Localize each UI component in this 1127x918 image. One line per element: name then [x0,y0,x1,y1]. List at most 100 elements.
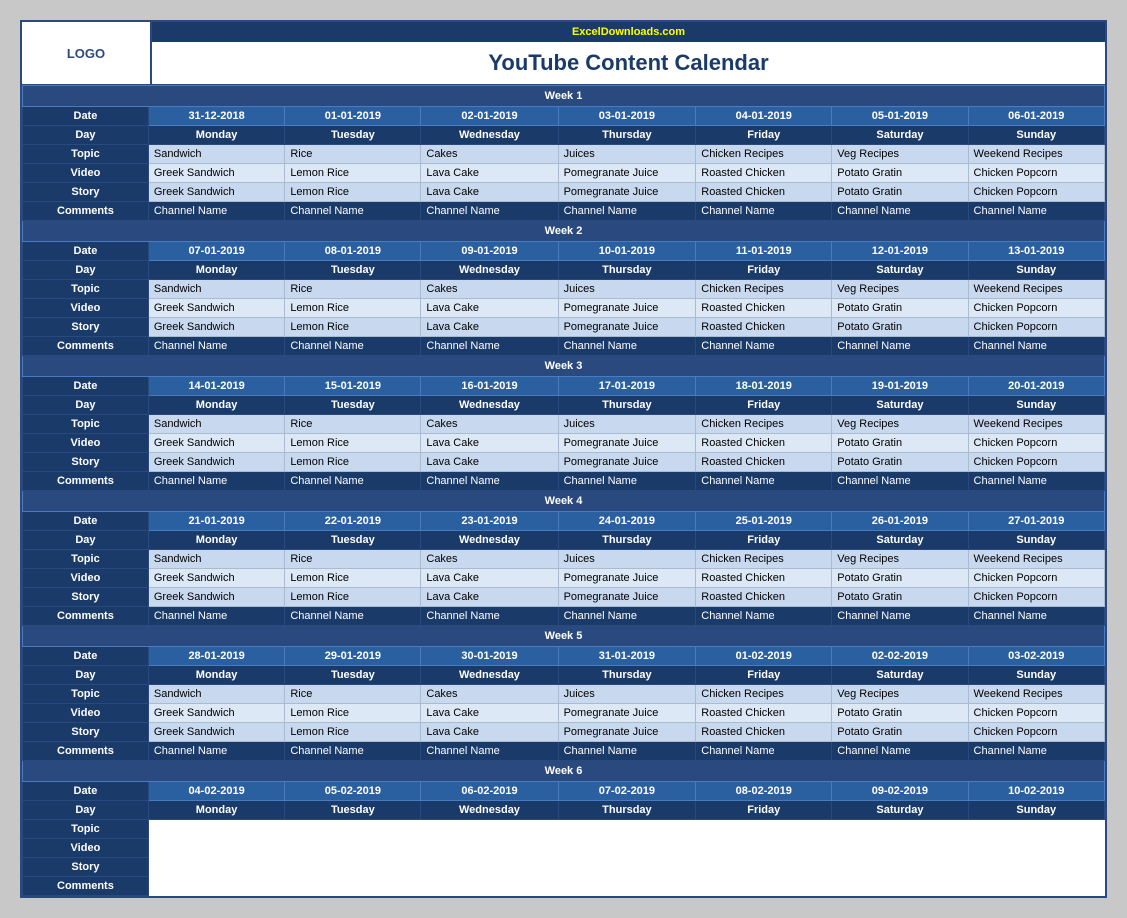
table-cell: 14-01-2019 [148,377,284,396]
table-cell: Chicken Recipes [696,280,832,299]
table-cell: Date [23,647,149,666]
table-cell: Cakes [421,280,558,299]
table-cell: Comments [23,742,149,761]
table-cell: Lava Cake [421,723,558,742]
table-cell: Roasted Chicken [696,723,832,742]
table-cell: 16-01-2019 [421,377,558,396]
day-row: DayMondayTuesdayWednesdayThursdayFridayS… [23,126,1105,145]
table-cell: Lava Cake [421,569,558,588]
table-cell: Weekend Recipes [968,145,1104,164]
table-cell: Story [23,183,149,202]
video-row: VideoGreek SandwichLemon RiceLava CakePo… [23,434,1105,453]
table-cell: Lemon Rice [285,588,421,607]
table-cell: Story [23,318,149,337]
table-cell: Chicken Recipes [696,550,832,569]
table-cell: Saturday [832,666,968,685]
table-cell: Veg Recipes [832,685,968,704]
table-cell: 19-01-2019 [832,377,968,396]
table-cell: Channel Name [968,202,1104,221]
table-cell: Chicken Popcorn [968,183,1104,202]
table-cell: Juices [558,145,696,164]
table-cell: Day [23,666,149,685]
comments-row: Comments [23,877,1105,896]
table-cell: Story [23,858,149,877]
table-cell: Weekend Recipes [968,685,1104,704]
table-cell: Greek Sandwich [148,588,284,607]
table-cell: Friday [696,261,832,280]
table-cell: Tuesday [285,126,421,145]
table-cell: Channel Name [832,742,968,761]
table-cell: Comments [23,877,149,896]
table-cell: Monday [148,666,284,685]
table-cell: Pomegranate Juice [558,723,696,742]
table-cell: Potato Gratin [832,183,968,202]
table-cell: Weekend Recipes [968,415,1104,434]
table-cell: Topic [23,685,149,704]
comments-row: CommentsChannel NameChannel NameChannel … [23,202,1105,221]
table-cell: Roasted Chicken [696,434,832,453]
table-cell: Greek Sandwich [148,453,284,472]
story-row: StoryGreek SandwichLemon RiceLava CakePo… [23,183,1105,202]
table-cell: Rice [285,145,421,164]
table-cell: 13-01-2019 [968,242,1104,261]
table-cell: 21-01-2019 [148,512,284,531]
table-cell: Thursday [558,126,696,145]
table-cell: Sandwich [148,145,284,164]
table-cell: Date [23,242,149,261]
table-cell: Channel Name [968,337,1104,356]
table-cell: Cakes [421,145,558,164]
table-cell: Thursday [558,261,696,280]
table-cell: Chicken Recipes [696,145,832,164]
table-cell: Tuesday [285,801,421,820]
table-cell: Wednesday [421,801,558,820]
table-cell: Lava Cake [421,318,558,337]
table-cell: 06-01-2019 [968,107,1104,126]
table-cell: Lava Cake [421,299,558,318]
story-row: StoryGreek SandwichLemon RiceLava CakePo… [23,453,1105,472]
table-cell: Tuesday [285,396,421,415]
calendar-table: Week 1Date31-12-201801-01-201902-01-2019… [22,85,1105,896]
excel-banner: ExcelDownloads.com [152,22,1105,42]
story-row: StoryGreek SandwichLemon RiceLava CakePo… [23,318,1105,337]
table-cell: 28-01-2019 [148,647,284,666]
table-cell: 26-01-2019 [832,512,968,531]
table-cell: Rice [285,280,421,299]
topic-row: TopicSandwichRiceCakesJuicesChicken Reci… [23,685,1105,704]
table-cell: Pomegranate Juice [558,704,696,723]
table-cell: Sandwich [148,550,284,569]
table-cell: Channel Name [285,202,421,221]
table-cell: Channel Name [148,337,284,356]
table-cell: Pomegranate Juice [558,164,696,183]
table-cell: Comments [23,337,149,356]
table-cell: Comments [23,607,149,626]
table-cell: Date [23,107,149,126]
week-label: Week 5 [23,626,1105,647]
table-cell: Pomegranate Juice [558,318,696,337]
table-cell: Rice [285,415,421,434]
table-cell: Juices [558,280,696,299]
table-cell: Channel Name [421,607,558,626]
table-cell: Friday [696,801,832,820]
table-cell: Monday [148,126,284,145]
table-cell: Story [23,588,149,607]
week-separator: Week 2 [23,221,1105,242]
table-cell: 01-02-2019 [696,647,832,666]
table-cell: Roasted Chicken [696,318,832,337]
table-cell: Veg Recipes [832,280,968,299]
table-cell: Channel Name [148,607,284,626]
table-cell: Channel Name [421,202,558,221]
table-cell: Friday [696,531,832,550]
table-cell: Comments [23,472,149,491]
table-cell: 09-01-2019 [421,242,558,261]
table-cell: 05-01-2019 [832,107,968,126]
day-row: DayMondayTuesdayWednesdayThursdayFridayS… [23,666,1105,685]
table-cell: Channel Name [696,202,832,221]
table-cell: Greek Sandwich [148,318,284,337]
table-cell: Tuesday [285,531,421,550]
table-cell: Lava Cake [421,164,558,183]
table-cell: Potato Gratin [832,588,968,607]
table-cell: Channel Name [285,742,421,761]
table-cell: Chicken Popcorn [968,299,1104,318]
topic-row: TopicSandwichRiceCakesJuicesChicken Reci… [23,145,1105,164]
table-cell: Video [23,569,149,588]
